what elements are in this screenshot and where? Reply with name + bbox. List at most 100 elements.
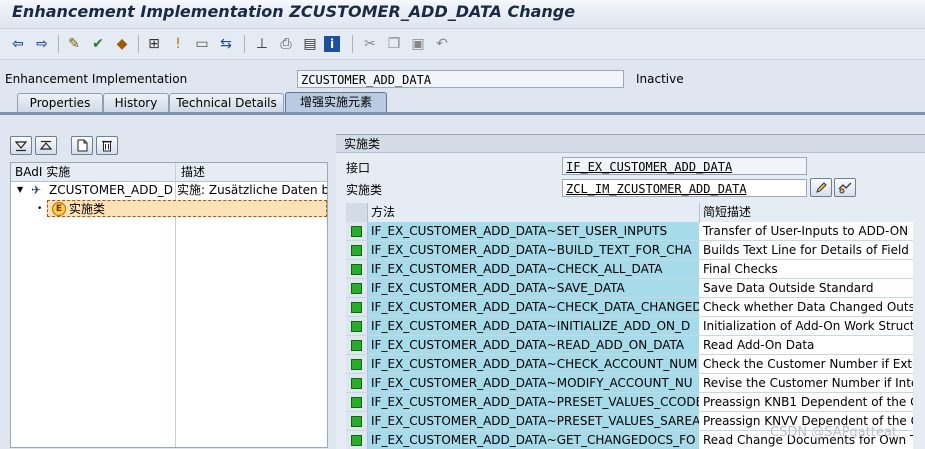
implemented-status-icon [351,358,362,370]
method-name-cell[interactable]: IF_EX_CUSTOMER_ADD_DATA~CHECK_ALL_DATA [368,260,699,278]
badi-implementation-icon: ✈ [31,183,42,197]
table-row[interactable]: IF_EX_CUSTOMER_ADD_DATA~INITIALIZE_ADD_O… [346,317,913,336]
tree-col-desc: 描述 [181,165,206,179]
row-selector[interactable] [346,431,368,449]
navigate-icon[interactable]: ⇆ [216,34,236,54]
toolbar-separator [244,35,245,53]
enhancement-implementation-field[interactable]: ZCUSTOMER_ADD_DATA [297,70,624,88]
row-selector[interactable] [346,336,368,354]
table-row[interactable]: IF_EX_CUSTOMER_ADD_DATA~SAVE_DATA Save Da… [346,279,913,298]
method-name-cell[interactable]: IF_EX_CUSTOMER_ADD_DATA~SAVE_DATA [368,279,699,297]
paste-icon[interactable]: ▣ [408,34,428,54]
table-row[interactable]: IF_EX_CUSTOMER_ADD_DATA~BUILD_TEXT_FOR_C… [346,241,913,260]
undo-icon[interactable]: ↶ [432,34,452,54]
toolbar-separator [58,35,59,53]
interface-field[interactable]: IF_EX_CUSTOMER_ADD_DATA [562,157,807,175]
row-selector[interactable] [346,374,368,392]
method-name-cell[interactable]: IF_EX_CUSTOMER_ADD_DATA~CHECK_ACCOUNT_NU… [368,355,699,373]
check-icon[interactable]: ✔ [88,34,108,54]
collapse-all-icon[interactable] [35,136,57,155]
method-desc-cell: Read Add-On Data [700,336,913,354]
display-object-icon[interactable]: ▭ [192,34,212,54]
activate-icon[interactable]: ◆ [112,34,132,54]
implemented-status-icon [351,396,362,408]
method-desc-cell: Save Data Outside Standard [700,279,913,297]
object-list-icon[interactable]: ⊞ [144,34,164,54]
method-desc-cell: Builds Text Line for Details of Field C [700,241,913,259]
implemented-status-icon [351,415,362,427]
forward-arrow-icon[interactable]: ⇨ [32,34,52,54]
application-toolbar: ⇦ ⇨ ✎ ✔ ◆ ⊞ ! ▭ ⇆ ⊥ ⎙ ▤ i ✂ ❐ ▣ ↶ [0,28,925,60]
toolbar-separator [138,35,139,53]
method-name-cell[interactable]: IF_EX_CUSTOMER_ADD_DATA~PRESET_VALUES_CC… [368,393,699,411]
cut-icon[interactable]: ✂ [360,34,380,54]
copy-icon[interactable]: ❐ [384,34,404,54]
row-selector[interactable] [346,260,368,278]
tab-properties[interactable]: Properties [17,93,103,112]
method-name-cell[interactable]: IF_EX_CUSTOMER_ADD_DATA~GET_CHANGEDOCS_F… [368,431,699,449]
where-used-icon[interactable]: ! [168,34,188,54]
collapse-node-icon[interactable]: ▼ [17,181,23,199]
enhancement-implementation-label: Enhancement Implementation [5,72,188,86]
section-title: 实施类 [336,135,925,153]
expand-all-icon[interactable] [10,136,32,155]
class-builder-icon[interactable] [834,178,856,197]
row-selector[interactable] [346,393,368,411]
create-icon[interactable] [71,136,93,155]
table-row[interactable]: IF_EX_CUSTOMER_ADD_DATA~PRESET_VALUES_CC… [346,393,913,412]
select-all-cell[interactable] [346,203,368,222]
status-text: Inactive [636,72,684,86]
row-selector[interactable] [346,241,368,259]
hierarchy-icon[interactable]: ⊥ [252,34,272,54]
row-selector[interactable] [346,355,368,373]
table-icon[interactable]: ▤ [300,34,320,54]
col-method: 方法 [371,205,396,219]
methods-table: 方法 简短描述 IF_EX_CUSTOMER_ADD_DATA~SET_USER… [346,203,913,449]
table-row[interactable]: IF_EX_CUSTOMER_ADD_DATA~CHECK_ACCOUNT_NU… [346,355,913,374]
implemented-status-icon [351,320,362,332]
methods-table-header: 方法 简短描述 [346,203,913,223]
window-title: Enhancement Implementation ZCUSTOMER_ADD… [12,2,576,21]
tree-bullet: • [37,204,43,214]
method-name-cell[interactable]: IF_EX_CUSTOMER_ADD_DATA~PRESET_VALUES_SA… [368,412,699,430]
info-icon[interactable]: i [324,36,340,52]
row-selector[interactable] [346,222,368,240]
tree-node-impl-class[interactable]: • E 实施类 [11,200,327,218]
tab-enhancement-elements[interactable]: 增强实施元素 [285,92,387,113]
method-desc-cell: Revise the Customer Number if Inter [700,374,913,392]
title-bar: Enhancement Implementation ZCUSTOMER_ADD… [0,0,925,26]
method-name-cell[interactable]: IF_EX_CUSTOMER_ADD_DATA~INITIALIZE_ADD_O… [368,317,699,335]
method-name-cell[interactable]: IF_EX_CUSTOMER_ADD_DATA~CHECK_DATA_CHANG… [368,298,699,316]
impl-class-field[interactable]: ZCL_IM_ZCUSTOMER_ADD_DATA [562,179,807,197]
row-selector[interactable] [346,298,368,316]
tab-content: BAdI 实施 描述 ▼ ✈ ZCUSTOMER_ADD_DA 实施: Zusä… [0,115,925,449]
implemented-status-icon [351,434,362,446]
method-name-cell[interactable]: IF_EX_CUSTOMER_ADD_DATA~READ_ADD_ON_DATA [368,336,699,354]
row-selector[interactable] [346,412,368,430]
impl-class-label: 实施类 [346,183,383,197]
tab-technical-details[interactable]: Technical Details [169,93,284,112]
implemented-status-icon [351,301,362,313]
method-name-cell[interactable]: IF_EX_CUSTOMER_ADD_DATA~SET_USER_INPUTS [368,222,699,240]
tab-history[interactable]: History [103,93,169,112]
table-row[interactable]: IF_EX_CUSTOMER_ADD_DATA~SET_USER_INPUTS T… [346,222,913,241]
tab-strip: Properties History Technical Details 增强实… [0,92,925,113]
method-desc-cell: Preassign KNB1 Dependent of the G [700,393,913,411]
back-arrow-icon[interactable]: ⇦ [8,34,28,54]
table-row[interactable]: IF_EX_CUSTOMER_ADD_DATA~MODIFY_ACCOUNT_N… [346,374,913,393]
delete-icon[interactable] [96,136,118,155]
print-icon[interactable]: ⎙ [276,34,296,54]
tree-node-desc: 实施: Zusätzliche Daten be [177,183,327,197]
row-selector[interactable] [346,317,368,335]
edit-class-pencil-icon[interactable] [810,178,832,197]
display-change-icon[interactable]: ✎ [64,34,84,54]
method-name-cell[interactable]: IF_EX_CUSTOMER_ADD_DATA~MODIFY_ACCOUNT_N… [368,374,699,392]
row-selector[interactable] [346,279,368,297]
col-short-desc: 简短描述 [703,205,752,219]
table-row[interactable]: IF_EX_CUSTOMER_ADD_DATA~CHECK_DATA_CHANG… [346,298,913,317]
table-row[interactable]: IF_EX_CUSTOMER_ADD_DATA~CHECK_ALL_DATA Fi… [346,260,913,279]
badi-tree: BAdI 实施 描述 ▼ ✈ ZCUSTOMER_ADD_DA 实施: Zusä… [10,162,328,448]
tree-node-implementation[interactable]: ▼ ✈ ZCUSTOMER_ADD_DA 实施: Zusätzliche Dat… [11,181,327,199]
table-row[interactable]: IF_EX_CUSTOMER_ADD_DATA~READ_ADD_ON_DATA… [346,336,913,355]
method-name-cell[interactable]: IF_EX_CUSTOMER_ADD_DATA~BUILD_TEXT_FOR_C… [368,241,699,259]
